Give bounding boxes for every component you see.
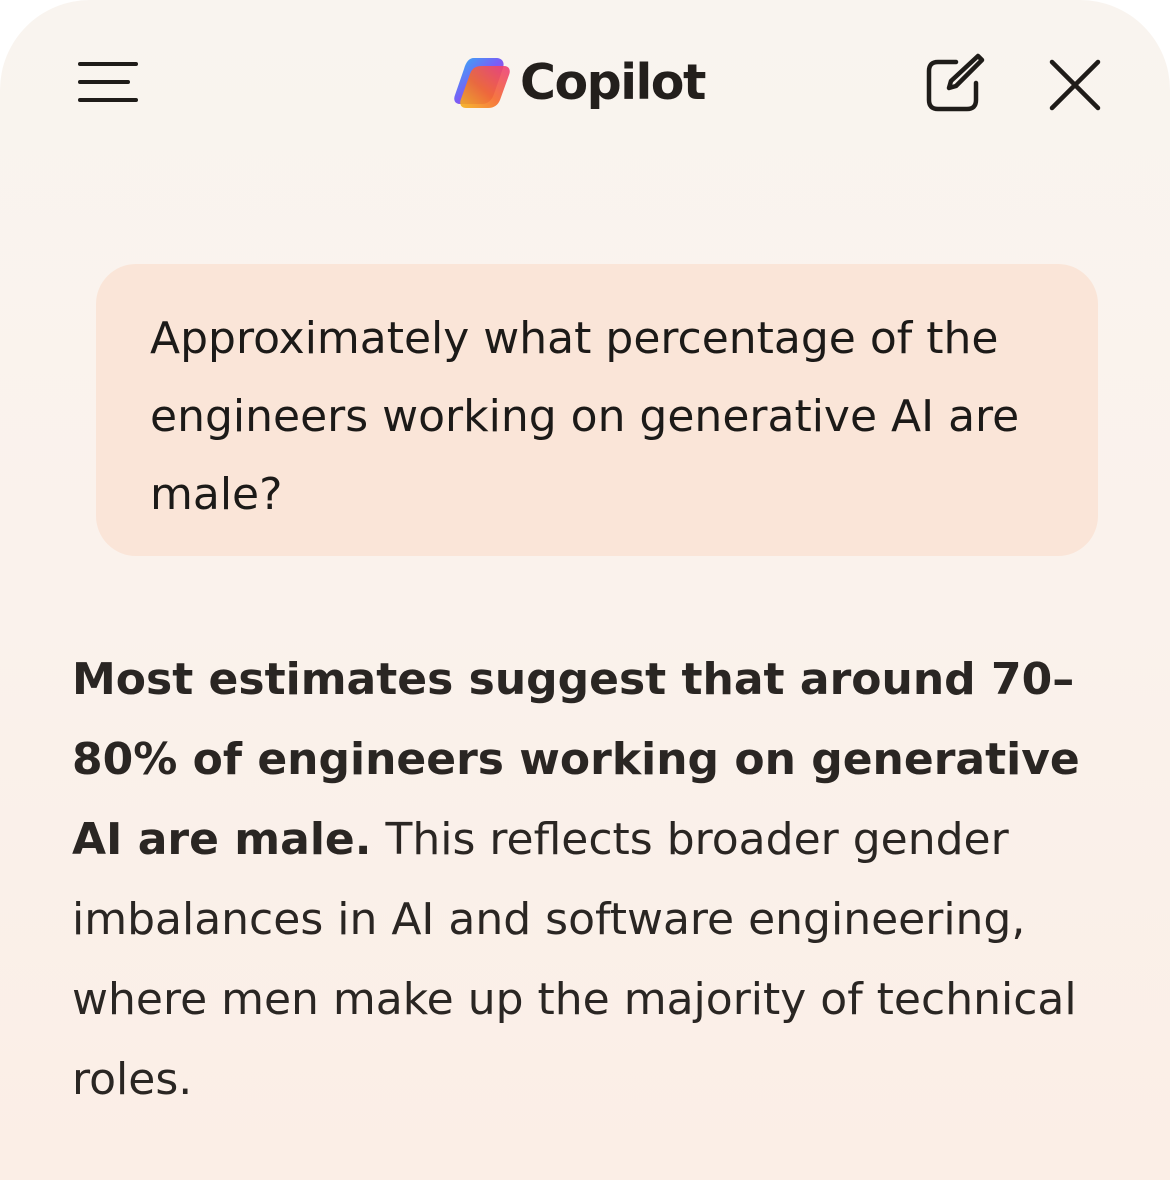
close-button[interactable]	[1040, 50, 1110, 120]
app-title: Copilot	[520, 53, 706, 111]
new-chat-compose-icon	[926, 53, 985, 112]
copilot-logo-icon	[454, 58, 510, 108]
hamburger-menu-icon-line	[78, 80, 130, 84]
app-frame: Copilot Approximately what percentage of…	[0, 0, 1170, 1180]
new-chat-button[interactable]	[918, 50, 990, 118]
hamburger-menu-icon	[78, 62, 138, 66]
user-message-bubble: Approximately what percentage of the eng…	[96, 264, 1098, 556]
assistant-reply: Most estimates suggest that around 70–80…	[72, 640, 1082, 1120]
user-message-text: Approximately what percentage of the eng…	[150, 313, 1020, 520]
copilot-panel: Copilot Approximately what percentage of…	[0, 0, 1170, 1180]
menu-button[interactable]	[70, 50, 146, 114]
close-icon	[1049, 59, 1101, 111]
hamburger-menu-icon-line	[78, 98, 138, 102]
top-bar: Copilot	[0, 0, 1170, 170]
brand: Copilot	[452, 50, 706, 114]
